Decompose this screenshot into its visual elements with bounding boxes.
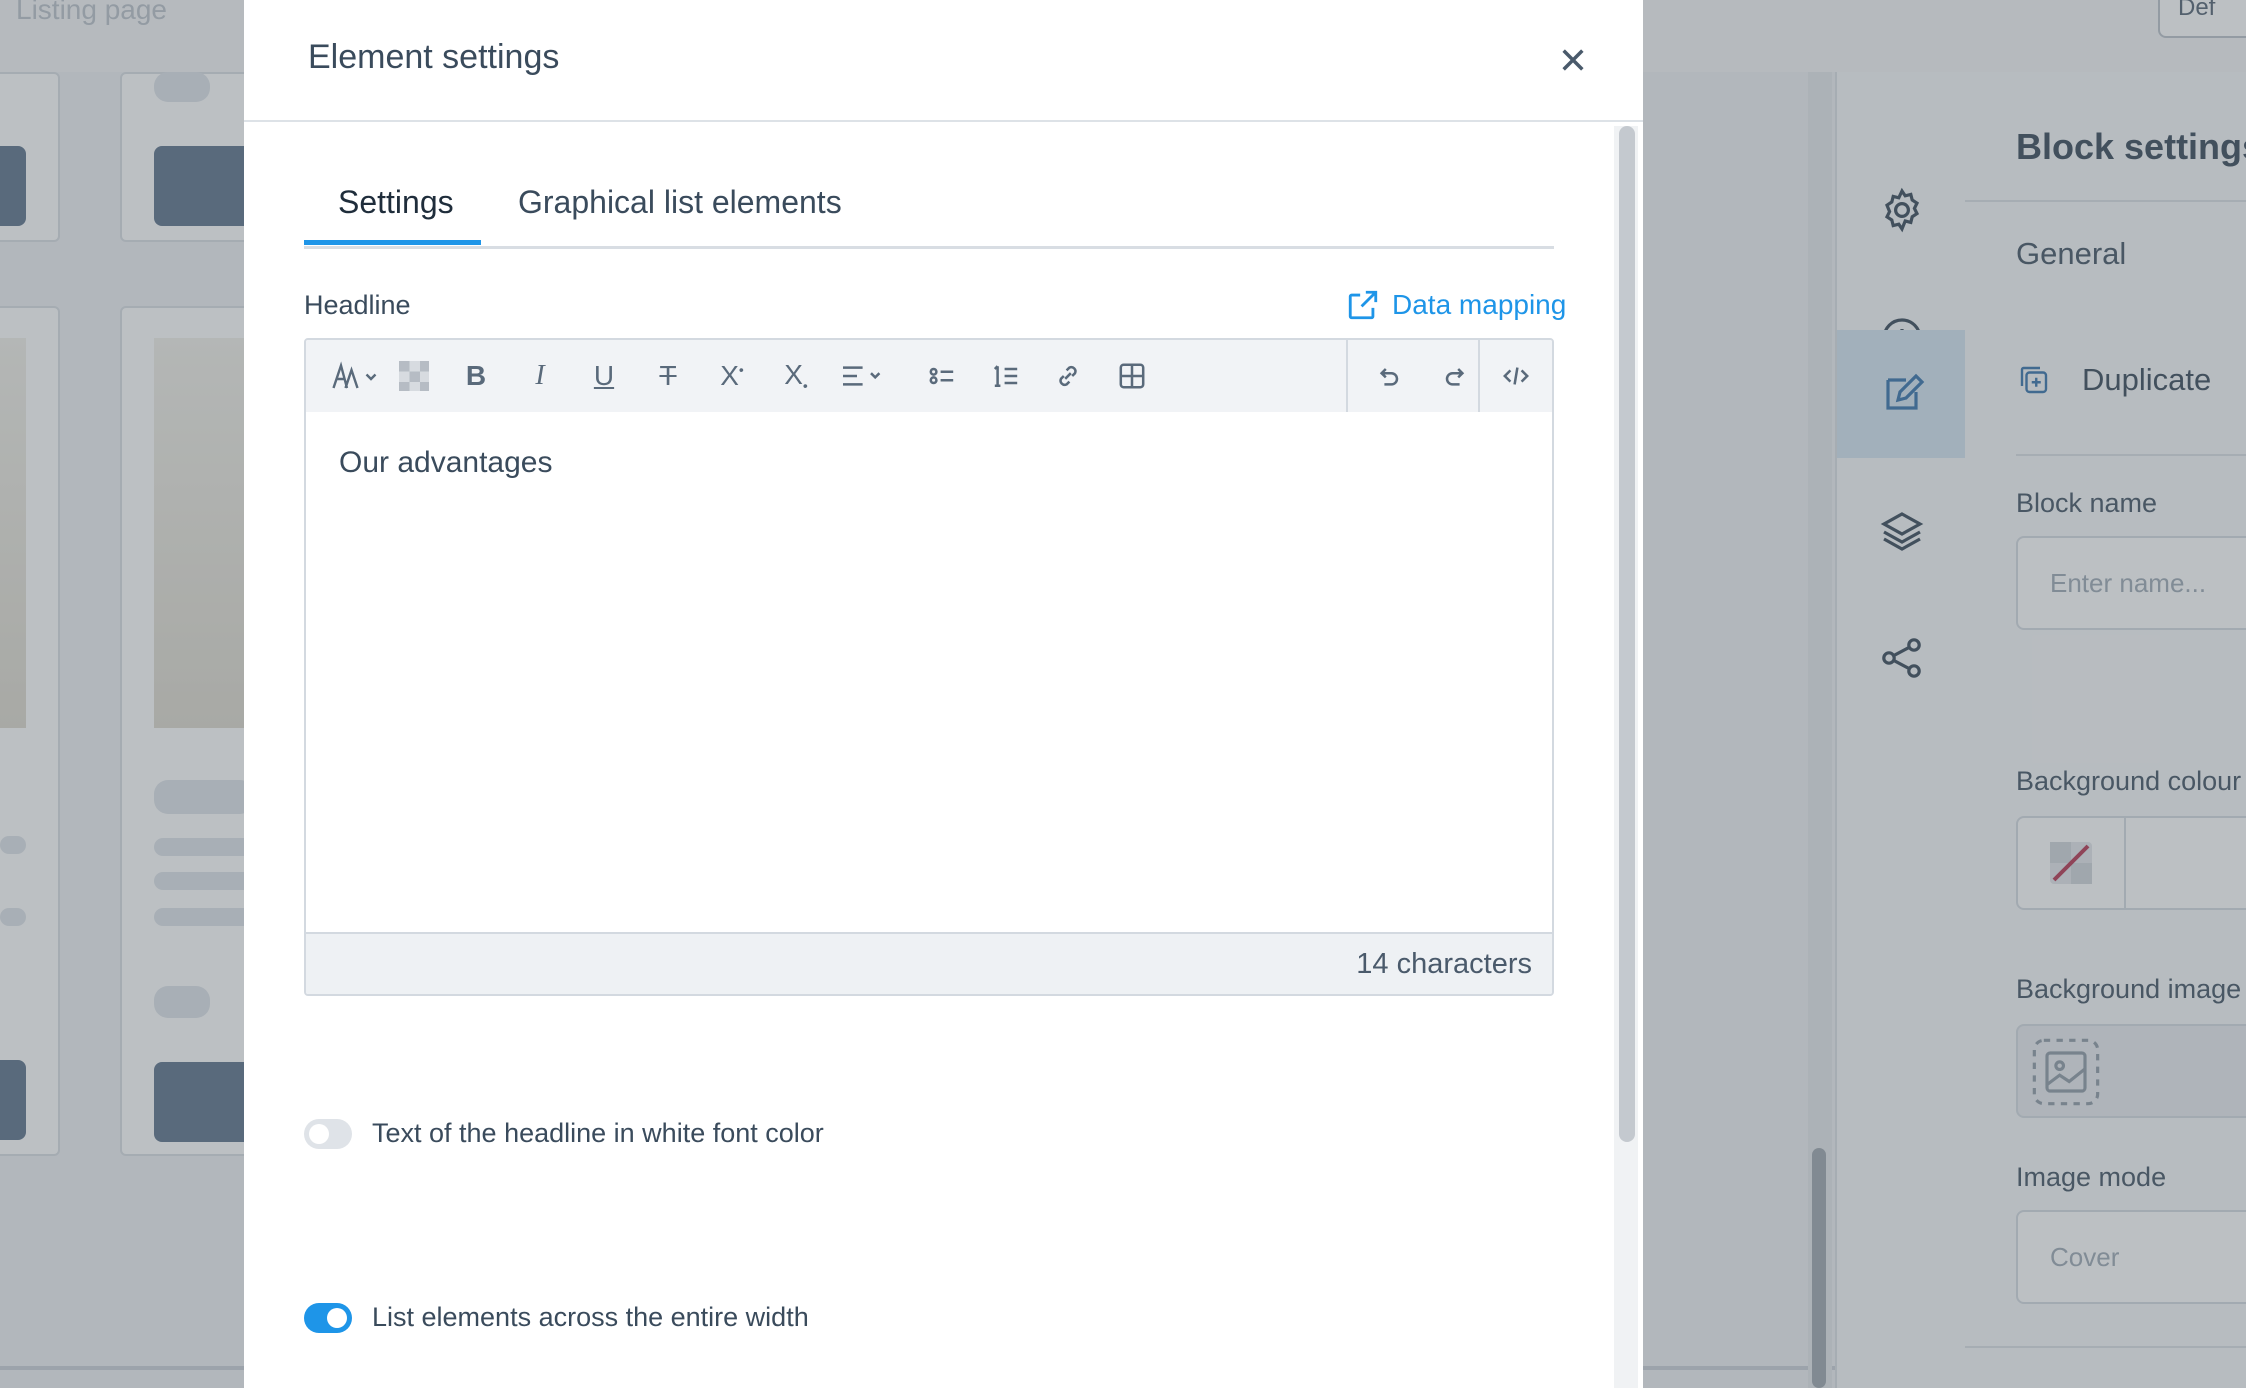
underline-icon: U — [593, 360, 615, 391]
toolbar-separator — [1346, 340, 1348, 412]
data-mapping-link[interactable]: Data mapping — [1346, 288, 1566, 322]
font-size-button[interactable] — [328, 352, 384, 400]
character-count: 14 characters — [1356, 948, 1532, 980]
white-font-toggle-row[interactable]: Text of the headline in white font color — [304, 1118, 824, 1149]
redo-button[interactable] — [1434, 352, 1474, 400]
bold-button[interactable]: B — [456, 352, 496, 400]
italic-icon: I — [535, 360, 545, 391]
strikethrough-button[interactable]: T — [648, 352, 688, 400]
bullet-list-button[interactable] — [922, 352, 962, 400]
text-color-icon — [399, 361, 429, 391]
strikethrough-icon: T — [659, 360, 677, 391]
modal-tabs: Settings Graphical list elements — [304, 174, 1554, 249]
undo-icon — [1379, 368, 1399, 386]
headline-text[interactable]: Our advantages — [339, 446, 552, 480]
align-icon — [843, 366, 881, 386]
source-code-button[interactable] — [1496, 352, 1536, 400]
redo-icon — [1445, 368, 1465, 386]
toolbar-separator — [1478, 340, 1480, 412]
table-button[interactable] — [1112, 352, 1152, 400]
font-size-icon — [332, 361, 377, 389]
active-tab-indicator — [304, 240, 481, 245]
numbered-list-icon — [993, 365, 1018, 388]
numbered-list-button[interactable] — [986, 352, 1026, 400]
link-button[interactable] — [1048, 352, 1088, 400]
modal-header: Element settings — [244, 0, 1643, 122]
toggle-knob — [309, 1123, 329, 1144]
headline-label: Headline — [304, 290, 411, 320]
undo-button[interactable] — [1370, 352, 1410, 400]
white-font-toggle-label: Text of the headline in white font color — [372, 1118, 824, 1148]
link-icon — [1059, 365, 1077, 387]
subscript-icon: X• — [784, 358, 808, 394]
editor-toolbar: B I U T X• X• — [306, 340, 1552, 414]
editor-content-area[interactable]: Our advantages — [306, 412, 1552, 932]
close-button[interactable] — [1549, 36, 1597, 84]
full-width-toggle[interactable] — [304, 1302, 352, 1333]
tab-graphical-list-elements[interactable]: Graphical list elements — [518, 184, 842, 221]
superscript-icon: X• — [720, 360, 744, 391]
superscript-button[interactable]: X• — [710, 352, 754, 400]
full-width-toggle-label: List elements across the entire width — [372, 1302, 809, 1332]
underline-button[interactable]: U — [584, 352, 624, 400]
text-color-button[interactable] — [396, 352, 432, 400]
external-link-icon — [1348, 290, 1378, 320]
data-mapping-label: Data mapping — [1392, 289, 1567, 320]
full-width-toggle-row[interactable]: List elements across the entire width — [304, 1302, 809, 1333]
bullet-list-icon — [929, 367, 954, 385]
modal-title: Element settings — [308, 38, 560, 76]
white-font-toggle[interactable] — [304, 1118, 352, 1149]
subscript-button[interactable]: X• — [774, 352, 818, 400]
italic-button[interactable]: I — [520, 352, 560, 400]
modal-scrollbar-thumb[interactable] — [1619, 126, 1635, 1142]
source-code-icon — [1503, 367, 1529, 385]
table-icon — [1119, 363, 1145, 389]
editor-footer: 14 characters — [306, 932, 1552, 994]
align-button[interactable] — [836, 352, 892, 400]
element-settings-modal: Element settings Settings Graphical list… — [244, 0, 1643, 1388]
headline-editor: B I U T X• X• Our advantages 14 characte… — [304, 338, 1554, 996]
bold-icon: B — [465, 360, 487, 391]
close-icon — [1562, 49, 1584, 71]
tab-settings[interactable]: Settings — [338, 184, 454, 221]
toggle-knob — [327, 1307, 347, 1328]
